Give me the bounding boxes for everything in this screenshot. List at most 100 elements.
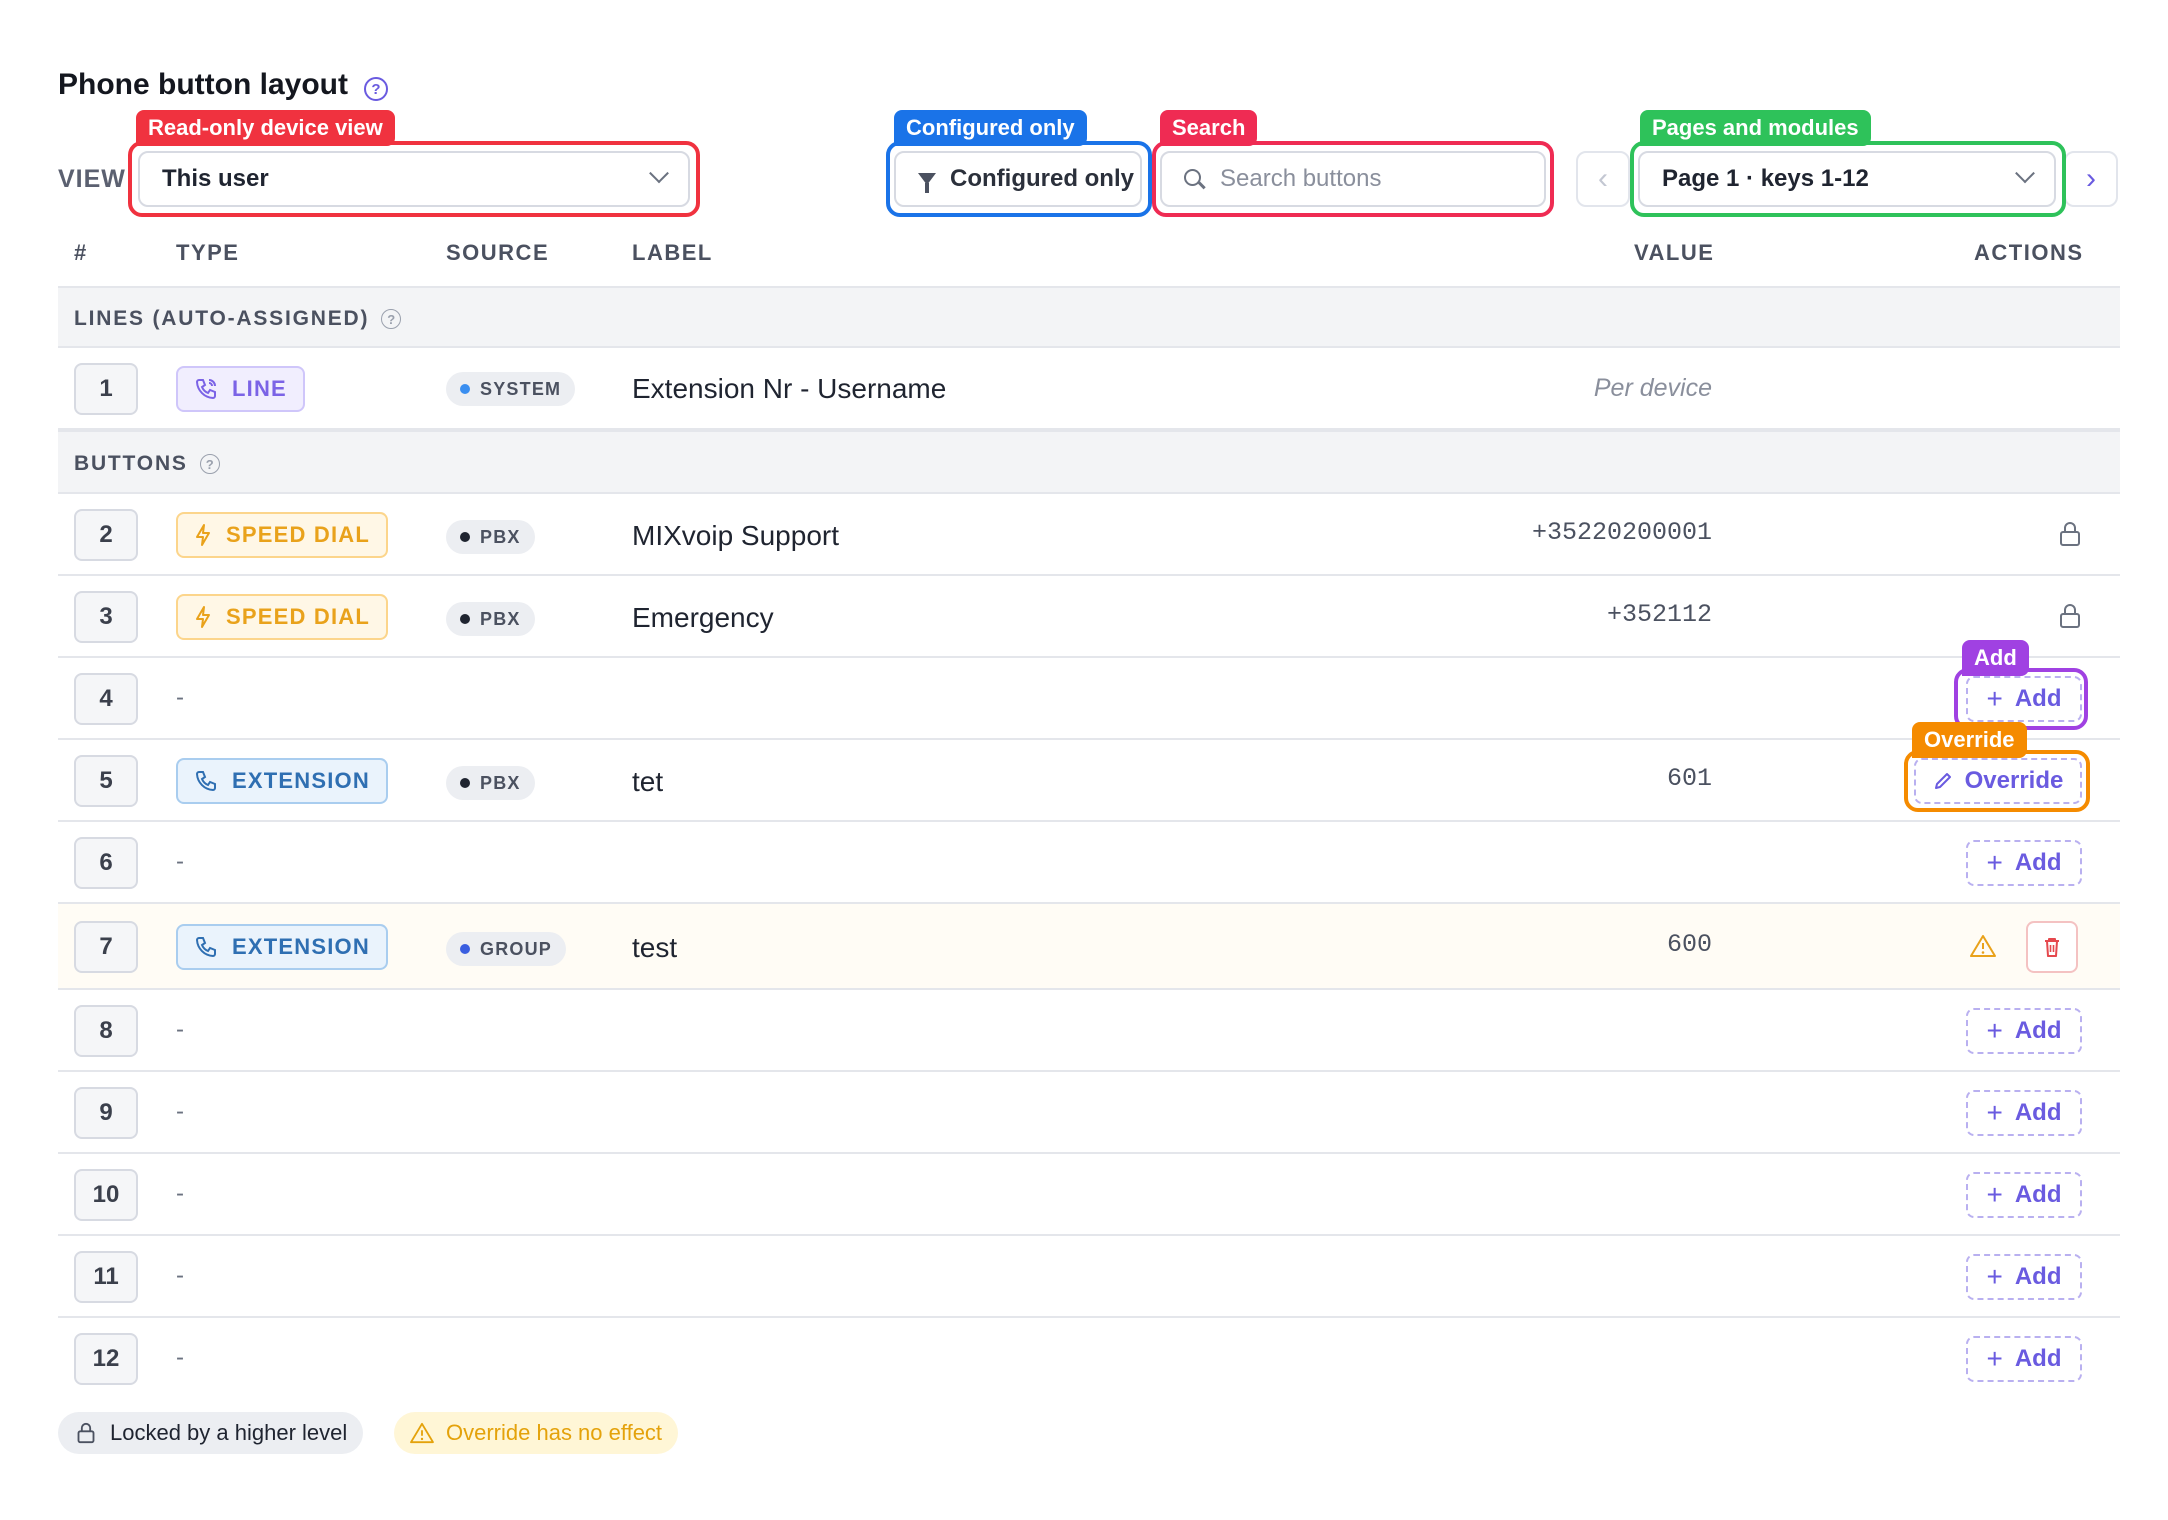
type-label: LINE (232, 376, 287, 401)
add-label: Add (2014, 849, 2062, 876)
table-row: 4 - + Add (58, 658, 2120, 740)
view-label: VIEW (58, 165, 126, 193)
type-label: EXTENSION (232, 768, 370, 793)
add-label: Add (2014, 1181, 2062, 1208)
phone-icon (195, 937, 216, 958)
table-row: 1 LINE SYSTEM Extension Nr - Username Pe… (58, 348, 2120, 430)
help-icon[interactable]: ? (199, 454, 220, 474)
add-button[interactable]: + Add (1966, 840, 2082, 886)
bolt-icon (196, 524, 210, 546)
type-badge-speed-dial: SPEED DIAL (176, 594, 389, 640)
plus-icon: + (1986, 1179, 2003, 1210)
key-number: 1 (74, 363, 138, 415)
source-dot (460, 384, 470, 394)
plus-icon: + (1986, 1343, 2003, 1374)
button-value: Per device (1593, 374, 1712, 402)
button-label: test (632, 932, 678, 963)
page-title: Phone button layout (58, 68, 348, 101)
plus-icon: + (1986, 1015, 2003, 1046)
column-header-label: LABEL (632, 240, 713, 265)
column-header-actions: ACTIONS (1974, 240, 2084, 265)
add-button[interactable]: + Add (1966, 1336, 2082, 1382)
source-label: SYSTEM (480, 378, 562, 399)
group-label-buttons: BUTTONS (74, 452, 188, 475)
button-value: +352112 (1606, 600, 1712, 629)
type-badge-extension: EXTENSION (176, 924, 388, 970)
help-icon[interactable]: ? (381, 309, 402, 329)
type-badge-extension: EXTENSION (176, 758, 388, 804)
annotation-tag-pages: Pages and modules (1640, 110, 1871, 146)
next-page-button[interactable]: › (2064, 151, 2118, 207)
add-button[interactable]: + Add (1966, 1254, 2082, 1300)
annotation-box-override (1904, 750, 2090, 812)
key-number: 11 (74, 1251, 138, 1303)
column-header-num: # (74, 240, 88, 265)
add-button[interactable]: + Add (1966, 1008, 2082, 1054)
annotation-tag-view: Read-only device view (136, 110, 395, 146)
group-label-lines: LINES (AUTO-ASSIGNED) (74, 307, 370, 330)
button-value: +35220200001 (1531, 518, 1712, 547)
legend-locked-label: Locked by a higher level (110, 1420, 348, 1445)
key-number: 10 (74, 1169, 138, 1221)
plus-icon: + (1986, 1261, 2003, 1292)
source-dot (460, 944, 470, 954)
annotation-tag-filter: Configured only (894, 110, 1087, 146)
key-number: 7 (74, 921, 138, 973)
empty-type: - (176, 1262, 184, 1289)
plus-icon: + (1986, 1097, 2003, 1128)
type-label: EXTENSION (232, 934, 370, 959)
table-row: 12 - + Add (58, 1318, 2120, 1400)
annotation-tag-add: Add (1962, 640, 2029, 676)
button-label: Extension Nr - Username (632, 373, 947, 404)
button-label: Emergency (632, 602, 774, 633)
button-value: 600 (1666, 930, 1712, 959)
empty-type: - (176, 1098, 184, 1125)
annotation-box-view (128, 141, 700, 217)
table-row: 10 - + Add (58, 1154, 2120, 1236)
annotation-box-pages (1630, 141, 2066, 217)
annotation-box-add (1954, 668, 2088, 730)
key-number: 9 (74, 1087, 138, 1139)
key-number: 5 (74, 755, 138, 807)
legend-locked: Locked by a higher level (58, 1412, 364, 1454)
column-header-type: TYPE (176, 240, 240, 265)
button-value: 601 (1666, 764, 1712, 793)
annotation-tag-override: Override (1912, 722, 2027, 758)
phone-icon (195, 379, 216, 400)
key-number: 12 (74, 1333, 138, 1385)
type-badge-speed-dial: SPEED DIAL (176, 512, 389, 558)
source-label: GROUP (480, 938, 553, 959)
type-label: SPEED DIAL (226, 604, 371, 629)
empty-type: - (176, 1016, 184, 1043)
table-row: 5 EXTENSION PBX tet 601 Override (58, 740, 2120, 822)
source-badge: PBX (446, 766, 535, 800)
table-row: 7 EXTENSION GROUP test 600 (58, 904, 2120, 990)
delete-button[interactable] (2026, 921, 2078, 973)
annotation-box-search (1152, 141, 1554, 217)
source-label: PBX (480, 772, 521, 793)
prev-page-button[interactable]: ‹ (1576, 151, 1630, 207)
legend-warning-label: Override has no effect (446, 1420, 663, 1445)
plus-icon: + (1986, 847, 2003, 878)
source-badge: SYSTEM (446, 372, 576, 406)
table-row: 6 - + Add (58, 822, 2120, 904)
lock-icon (77, 1422, 95, 1444)
add-button[interactable]: + Add (1966, 1090, 2082, 1136)
phone-icon (195, 771, 216, 792)
empty-type: - (176, 684, 184, 711)
key-number: 3 (74, 591, 138, 643)
empty-type: - (176, 1180, 184, 1207)
help-icon[interactable]: ? (364, 77, 388, 101)
key-number: 4 (74, 673, 138, 725)
annotation-tag-search: Search (1160, 110, 1258, 146)
add-label: Add (2014, 1345, 2062, 1372)
source-label: PBX (480, 608, 521, 629)
source-badge: PBX (446, 602, 535, 636)
column-header-value: VALUE (1634, 240, 1715, 265)
table-row: 2 SPEED DIAL PBX MIXvoip Support +352202… (58, 494, 2120, 576)
add-label: Add (2014, 1099, 2062, 1126)
table-row: 3 SPEED DIAL PBX Emergency +352112 (58, 576, 2120, 658)
group-header-buttons: BUTTONS ? (58, 430, 2120, 494)
table-row: 11 - + Add (58, 1236, 2120, 1318)
add-button[interactable]: + Add (1966, 1172, 2082, 1218)
